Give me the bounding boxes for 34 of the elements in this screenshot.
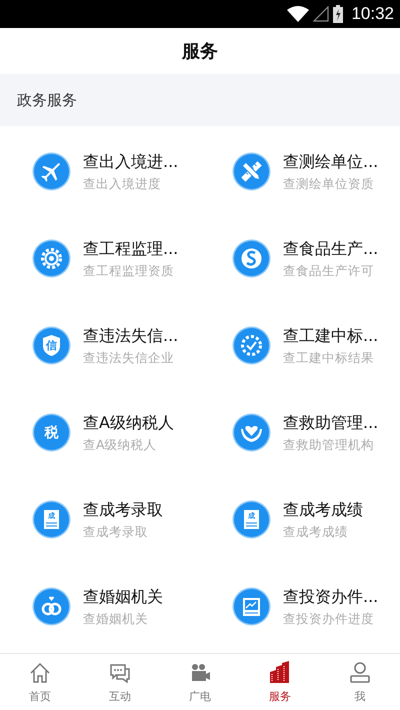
service-title[interactable]: 查食品生产... [283, 238, 378, 258]
service-subtitle: 查成考录取 [83, 522, 149, 540]
icon-label: 税 [44, 426, 58, 440]
tab[interactable]: 广电 [160, 654, 240, 710]
clock-time: 10:32 [351, 4, 394, 24]
service-subtitle: 查婚姻机关 [83, 610, 149, 626]
section-title: 政务服务 [17, 90, 77, 110]
service-subtitle: 查A级纳税人 [83, 436, 158, 452]
service-title[interactable]: 查救助管理... [283, 412, 378, 432]
service-title[interactable]: 查成考成绩 [283, 500, 363, 520]
service-title[interactable]: 查测绘单位... [283, 152, 378, 172]
service-subtitle: 查工建中标结果 [283, 348, 375, 366]
service-subtitle: 查救助管理机构 [283, 436, 375, 452]
service-title[interactable]: 查出入境进... [83, 152, 178, 172]
tab[interactable]: 我 [320, 654, 400, 710]
service-subtitle: 查成考成绩 [283, 522, 349, 540]
page-title: 服务 [182, 40, 218, 63]
service-subtitle: 查投资办件进度 [283, 610, 375, 626]
tab[interactable]: 互动 [80, 654, 160, 710]
service-title[interactable]: 查投资办件... [283, 586, 378, 606]
service-subtitle: 查食品生产许可 [283, 262, 375, 278]
service-title[interactable]: 查违法失信... [83, 326, 178, 346]
service-title[interactable]: 查工建中标... [283, 326, 378, 346]
service-subtitle: 查工程监理资质 [83, 262, 175, 278]
service-title[interactable]: 查成考录取 [83, 500, 163, 520]
tab[interactable]: 首页 [0, 654, 80, 710]
service-subtitle: 查违法失信企业 [83, 348, 175, 366]
tab[interactable]: 服务 [240, 654, 320, 710]
service-title[interactable]: 查A级纳税人 [83, 412, 174, 432]
service-title[interactable]: 查工程监理... [83, 238, 178, 258]
service-subtitle: 查测绘单位资质 [283, 174, 375, 192]
service-subtitle: 查出入境进度 [83, 174, 162, 192]
service-title[interactable]: 查婚姻机关 [83, 586, 163, 606]
icon-label: 信 [46, 340, 57, 351]
